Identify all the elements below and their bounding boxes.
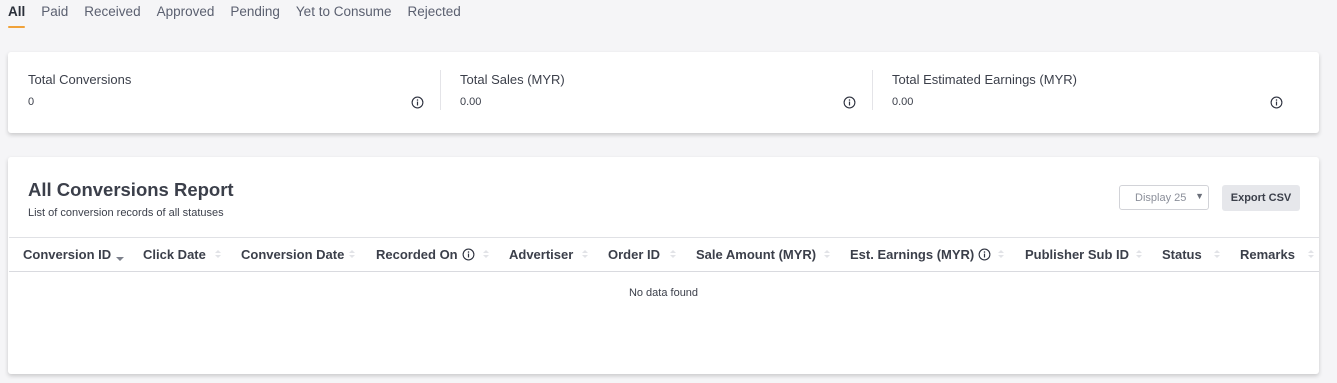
col-advertiser[interactable]: Advertiser: [509, 238, 573, 271]
col-est-earnings[interactable]: Est. Earnings (MYR): [850, 238, 991, 271]
divider: [872, 70, 873, 110]
sort-icon[interactable]: [1214, 249, 1220, 259]
info-icon[interactable]: [462, 248, 475, 261]
export-csv-button[interactable]: Export CSV: [1222, 185, 1300, 211]
stat-total-sales: Total Sales (MYR) 0.00: [440, 52, 872, 133]
sort-icon[interactable]: [824, 249, 830, 259]
report-subtitle: List of conversion records of all status…: [28, 207, 224, 219]
sort-icon[interactable]: [998, 249, 1004, 259]
sort-desc-icon[interactable]: [116, 249, 124, 261]
sort-icon[interactable]: [215, 249, 221, 259]
col-recorded-on[interactable]: Recorded On: [376, 238, 475, 271]
info-icon[interactable]: [411, 96, 424, 109]
empty-state-message: No data found: [628, 287, 699, 299]
tab-received[interactable]: Received: [84, 0, 140, 28]
sort-icon[interactable]: [1308, 249, 1314, 259]
col-label: Advertiser: [509, 247, 574, 262]
info-icon[interactable]: [1270, 96, 1283, 109]
sort-icon[interactable]: [483, 249, 489, 259]
col-label: Publisher Sub ID: [1025, 247, 1130, 262]
info-icon[interactable]: [978, 248, 991, 261]
display-count-select[interactable]: Display 25 ▼: [1119, 185, 1209, 210]
tab-pending[interactable]: Pending: [230, 0, 280, 28]
stat-total-conversions: Total Conversions 0: [8, 52, 440, 133]
sort-icon[interactable]: [349, 249, 355, 259]
col-label: Recorded On: [376, 247, 458, 262]
sort-icon[interactable]: [670, 249, 676, 259]
info-icon[interactable]: [843, 96, 856, 109]
stat-label: Total Estimated Earnings (MYR): [892, 72, 1077, 87]
col-label: Conversion Date: [241, 247, 345, 262]
stat-value: 0.00: [460, 96, 482, 108]
col-remarks[interactable]: Remarks: [1240, 238, 1295, 271]
col-order-id[interactable]: Order ID: [608, 238, 660, 271]
divider: [440, 70, 441, 110]
stat-value: 0.00: [892, 96, 914, 108]
col-publisher-sub-id[interactable]: Publisher Sub ID: [1025, 238, 1129, 271]
sort-icon[interactable]: [1136, 249, 1142, 259]
col-label: Conversion ID: [23, 247, 112, 262]
table-header: Conversion ID Click Date Conversion Date…: [9, 237, 1319, 272]
col-conversion-date[interactable]: Conversion Date: [241, 238, 344, 271]
col-label: Est. Earnings (MYR): [850, 247, 975, 262]
stat-label: Total Conversions: [28, 72, 132, 87]
col-label: Remarks: [1240, 247, 1295, 262]
tab-rejected[interactable]: Rejected: [407, 0, 460, 28]
tab-yet-to-consume[interactable]: Yet to Consume: [296, 0, 392, 28]
tab-all[interactable]: All: [8, 0, 26, 28]
status-tabs: All Paid Received Approved Pending Yet t…: [8, 0, 477, 28]
sort-icon[interactable]: [582, 249, 588, 259]
summary-card: Total Conversions 0 Total Sales (MYR) 0.…: [8, 52, 1319, 133]
stat-total-earnings: Total Estimated Earnings (MYR) 0.00: [872, 52, 1319, 133]
caret-down-icon: ▼: [1195, 191, 1204, 201]
tab-approved[interactable]: Approved: [157, 0, 215, 28]
col-label: Order ID: [608, 247, 661, 262]
conversions-report-card: All Conversions Report List of conversio…: [8, 157, 1319, 374]
stat-label: Total Sales (MYR): [460, 72, 565, 87]
col-click-date[interactable]: Click Date: [143, 238, 206, 271]
stat-value: 0: [28, 96, 35, 108]
col-label: Sale Amount (MYR): [696, 247, 817, 262]
col-label: Click Date: [143, 247, 206, 262]
tab-paid[interactable]: Paid: [41, 0, 68, 28]
report-title: All Conversions Report: [28, 179, 234, 200]
col-status[interactable]: Status: [1162, 238, 1202, 271]
col-sale-amount[interactable]: Sale Amount (MYR): [696, 238, 816, 271]
col-conversion-id[interactable]: Conversion ID: [23, 238, 111, 271]
col-label: Status: [1162, 247, 1202, 262]
display-count-value: Display 25: [1135, 192, 1187, 204]
